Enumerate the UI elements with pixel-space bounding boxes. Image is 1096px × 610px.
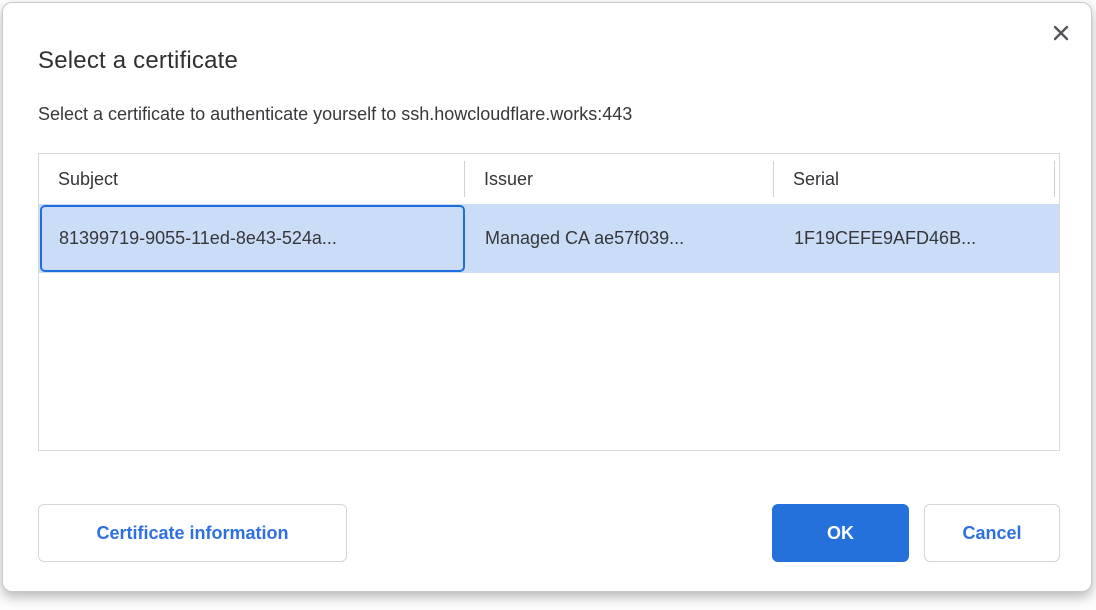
close-button[interactable] [1047,19,1075,47]
cancel-button[interactable]: Cancel [924,504,1060,562]
select-certificate-dialog: Select a certificate Select a certificat… [2,2,1092,592]
cell-serial: 1F19CEFE9AFD46B... [774,204,1055,273]
close-icon [1051,23,1071,43]
dialog-title: Select a certificate [38,47,238,75]
column-header-subject: Subject [39,154,465,204]
cell-subject: 81399719-9055-11ed-8e43-524a... [39,204,465,273]
certificate-table: Subject Issuer Serial 81399719-9055-11ed… [38,153,1060,451]
dialog-subtitle: Select a certificate to authenticate you… [38,104,632,125]
table-header: Subject Issuer Serial [39,154,1059,204]
cell-issuer: Managed CA ae57f039... [465,204,774,273]
certificate-information-button[interactable]: Certificate information [38,504,347,562]
column-header-serial: Serial [774,154,1055,204]
ok-button[interactable]: OK [772,504,909,562]
screen: Select a certificate Select a certificat… [0,0,1096,610]
column-header-issuer: Issuer [465,154,774,204]
certificate-row[interactable]: 81399719-9055-11ed-8e43-524a... Managed … [39,204,1059,273]
